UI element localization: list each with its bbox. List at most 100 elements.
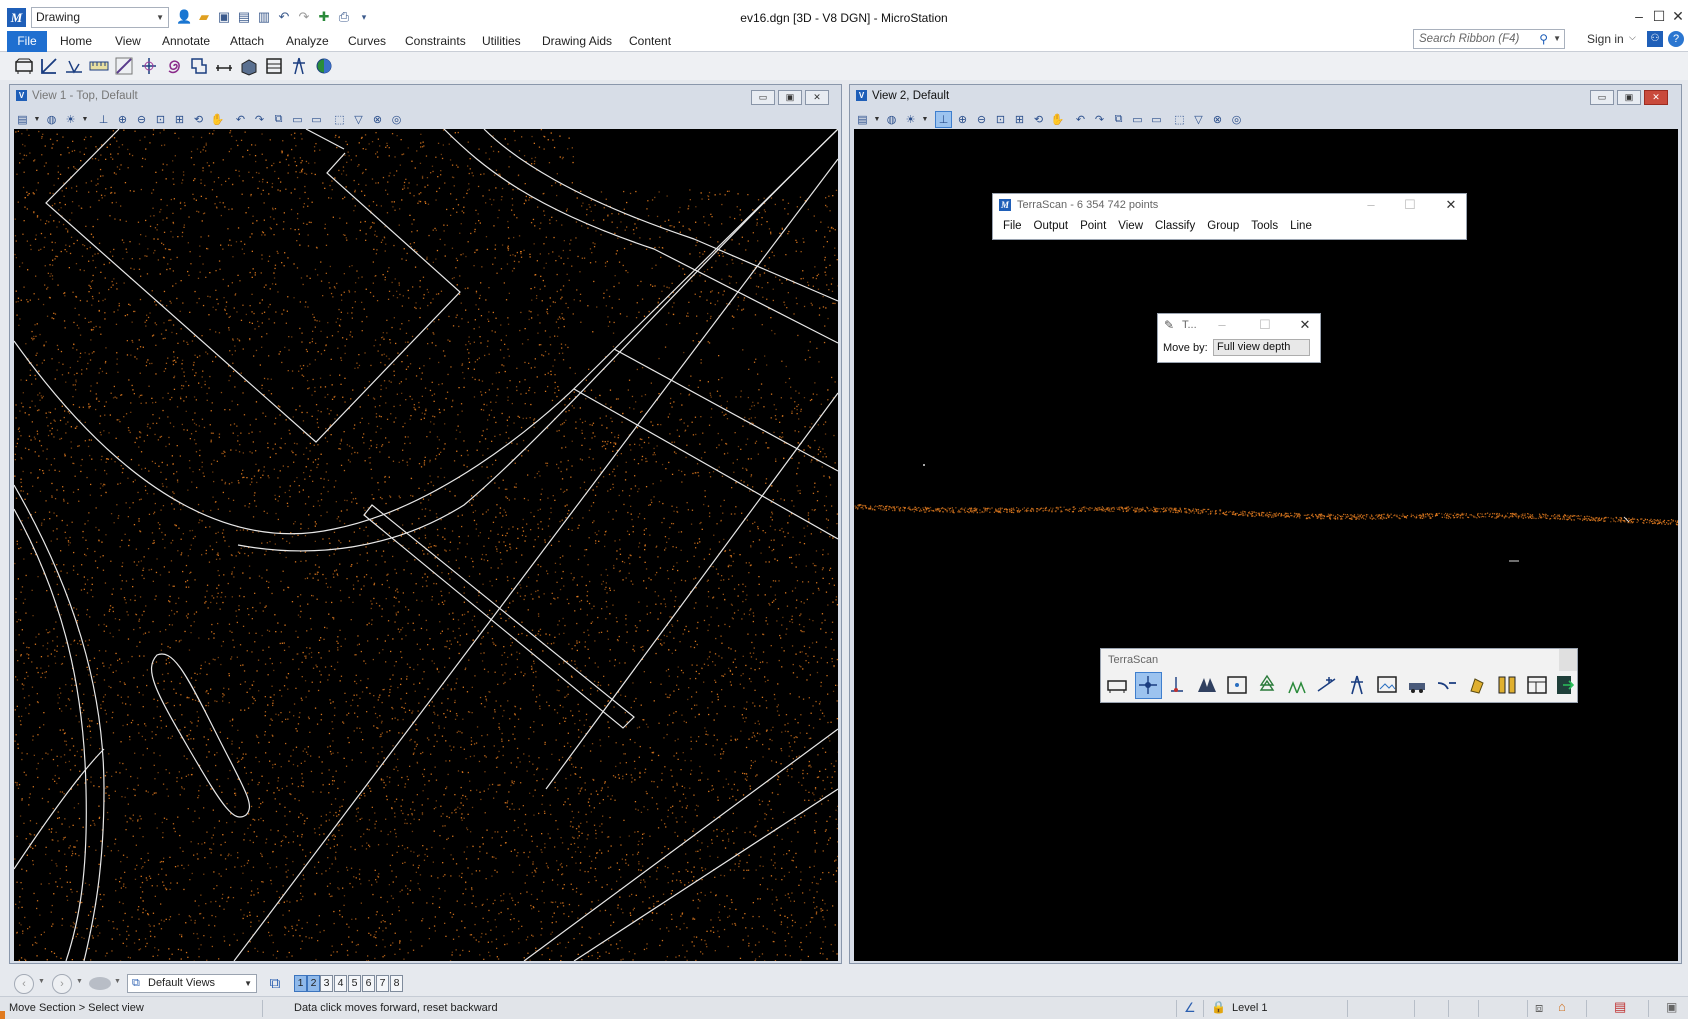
active-level[interactable]: Level 1 [1232, 1002, 1267, 1014]
close-icon[interactable]: ✕ [1668, 8, 1688, 25]
terrascan-general-icon[interactable] [1105, 673, 1131, 699]
columns-icon[interactable] [1495, 673, 1521, 699]
lighting-icon[interactable]: ☀ [902, 111, 919, 128]
terrascan-toolbox[interactable]: TerraScan [1100, 648, 1578, 703]
rotate-view-icon[interactable]: ⟲ [190, 111, 207, 128]
menu-line[interactable]: Line [1284, 216, 1318, 236]
community-icon[interactable]: ⚇ [1647, 31, 1663, 47]
terrascan-general-icon[interactable] [13, 55, 35, 77]
tab-utilities[interactable]: Utilities [475, 31, 528, 52]
hand-edit-icon[interactable] [1465, 673, 1491, 699]
terrascan-table-icon[interactable] [263, 55, 285, 77]
view-display-mode-icon[interactable]: ▭ [1129, 111, 1146, 128]
close-icon[interactable]: ✕ [805, 90, 829, 105]
pan-view-icon[interactable]: ✋ [209, 111, 226, 128]
terrascan-polygon-icon[interactable] [188, 55, 210, 77]
terrascan-tower-icon[interactable] [288, 55, 310, 77]
zoom-out-icon[interactable]: ⊖ [133, 111, 150, 128]
minimize-icon[interactable]: ▭ [751, 90, 775, 105]
zoom-out-icon[interactable]: ⊖ [973, 111, 990, 128]
vehicle-icon[interactable] [1405, 673, 1431, 699]
terrascan-model-icon[interactable] [238, 55, 260, 77]
restore-icon[interactable]: ▣ [778, 90, 802, 105]
point-tool-icon[interactable] [1165, 673, 1191, 699]
clip-volume-icon[interactable]: ⬚ [331, 111, 348, 128]
update-view-icon[interactable]: ⊥ [935, 110, 952, 128]
tab-drawing-aids[interactable]: Drawing Aids [535, 31, 619, 52]
close-icon[interactable] [1559, 649, 1577, 671]
view-toggle-2[interactable]: 2 [307, 975, 320, 992]
view-toggle-4[interactable]: 4 [334, 975, 347, 992]
sign-in-link[interactable]: Sign in [1587, 32, 1624, 46]
lighting-icon[interactable]: ☀ [62, 111, 79, 128]
view-1-window[interactable]: V View 1 - Top, Default ▭ ▣ ✕ ▤ ▼ ◍ ☀ ▼ ⊥ … [9, 84, 842, 964]
file-status-icon[interactable]: ▤ [1614, 999, 1626, 1015]
camera-icon[interactable]: ◎ [1228, 111, 1245, 128]
menu-file[interactable]: File [997, 216, 1028, 236]
view-toggle-1[interactable]: 1 [294, 975, 307, 992]
terrascan-measure-icon[interactable] [88, 55, 110, 77]
menu-view[interactable]: View [1112, 216, 1149, 236]
menu-classify[interactable]: Classify [1149, 216, 1201, 236]
terrascan-spiral-icon[interactable] [163, 55, 185, 77]
view-groups-icon[interactable] [89, 977, 111, 990]
search-ribbon-input[interactable]: Search Ribbon (F4) ⚲ ▼ [1413, 29, 1565, 49]
help-icon[interactable]: ? [1668, 31, 1684, 47]
chevron-down-icon[interactable]: ▼ [38, 978, 45, 985]
save-all-icon[interactable]: ▤ [236, 9, 252, 25]
chevron-down-icon[interactable]: ⌵ [1629, 32, 1636, 43]
zoom-in-icon[interactable]: ⊕ [114, 111, 131, 128]
close-icon[interactable]: ✕ [1293, 314, 1317, 336]
view-1-canvas[interactable] [14, 129, 838, 961]
update-view-icon[interactable]: ⊥ [95, 111, 112, 128]
menu-tools[interactable]: Tools [1245, 216, 1284, 236]
minimize-icon[interactable]: – [1359, 194, 1383, 216]
terrascan-align-icon[interactable] [138, 55, 160, 77]
view-attributes-icon[interactable]: ▤ [14, 111, 31, 128]
view-laser-icon[interactable] [1225, 673, 1251, 699]
maximize-icon[interactable]: ☐ [1649, 8, 1669, 25]
open-folder-icon[interactable]: ▰ [196, 9, 212, 25]
move-section-icon[interactable] [1135, 672, 1162, 699]
camera-icon[interactable]: ◎ [388, 111, 405, 128]
tab-attach[interactable]: Attach [223, 31, 271, 52]
chevron-down-icon[interactable]: ▼ [33, 111, 41, 128]
resize-grip-icon[interactable]: ▣ [1666, 1000, 1677, 1014]
view-group-select[interactable]: ⧉ Default Views ▼ [127, 974, 257, 993]
terrascan-globe-icon[interactable] [313, 55, 335, 77]
view-previous-icon[interactable]: ↶ [232, 111, 249, 128]
compress-icon[interactable]: ▥ [256, 9, 272, 25]
clip-mask-icon[interactable]: ▽ [1190, 111, 1207, 128]
microstation-logo-icon[interactable]: M [7, 8, 26, 27]
view-toggle-6[interactable]: 6 [362, 975, 375, 992]
layout-icon[interactable] [1525, 673, 1551, 699]
fit-view-icon[interactable]: ⊞ [1011, 111, 1028, 128]
pan-view-icon[interactable]: ✋ [1049, 111, 1066, 128]
view-toggle-3[interactable]: 3 [320, 975, 333, 992]
chevron-down-icon[interactable]: ▼ [921, 111, 929, 128]
display-style-icon[interactable]: ◍ [43, 111, 60, 128]
print-icon[interactable]: ⎙ [336, 9, 352, 25]
minimize-icon[interactable]: – [1629, 8, 1649, 24]
window-area-icon[interactable]: ⊡ [992, 111, 1009, 128]
tab-annotate[interactable]: Annotate [155, 31, 217, 52]
tab-constraints[interactable]: Constraints [398, 31, 473, 52]
terrascan-edit-line-icon[interactable] [113, 55, 135, 77]
menu-group[interactable]: Group [1201, 216, 1245, 236]
move-by-select[interactable]: Full view depth [1213, 339, 1310, 356]
tab-view[interactable]: View [108, 31, 148, 52]
view-toggle-5[interactable]: 5 [348, 975, 361, 992]
next-view-group-icon[interactable]: › [52, 974, 72, 994]
view-toggles-icon[interactable]: ▭ [308, 111, 325, 128]
tower-icon[interactable] [1345, 673, 1371, 699]
lock-icon[interactable]: 🔒 [1211, 1000, 1226, 1014]
save-icon[interactable]: ▣ [216, 9, 232, 25]
section-tool-icon[interactable] [1195, 673, 1221, 699]
clip-mask-icon[interactable]: ▽ [350, 111, 367, 128]
view-next-icon[interactable]: ↷ [1091, 111, 1108, 128]
copy-view-icon[interactable]: ⧉ [270, 111, 287, 128]
rotate-view-icon[interactable]: ⟲ [1030, 111, 1047, 128]
view-next-icon[interactable]: ↷ [251, 111, 268, 128]
terrascan-dimension-icon[interactable] [213, 55, 235, 77]
view-previous-icon[interactable]: ↶ [1072, 111, 1089, 128]
